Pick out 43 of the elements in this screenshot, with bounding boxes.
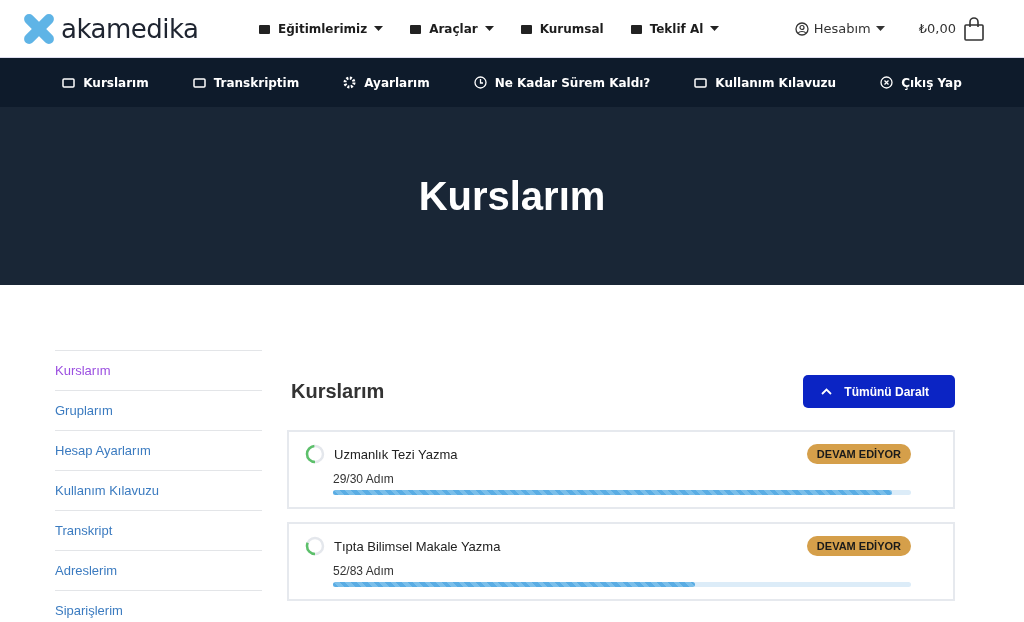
progress-ring-icon xyxy=(305,536,325,556)
cart-total: ₺0,00 xyxy=(918,21,956,36)
course-card[interactable]: Tıpta Bilimsel Makale Yazma DEVAM EDİYOR 52/83 Adım xyxy=(287,522,955,601)
sidebar-link[interactable]: Adreslerim xyxy=(55,551,262,591)
status-badge: DEVAM EDİYOR xyxy=(806,444,911,464)
caret-down-icon xyxy=(484,26,494,31)
clock-icon xyxy=(473,76,487,89)
subnav-link[interactable]: Ayarlarım xyxy=(343,75,430,90)
gear-icon xyxy=(343,76,357,89)
menu-item[interactable]: Araçlar xyxy=(409,21,494,36)
close-circle-icon xyxy=(880,76,894,89)
status-badge: DEVAM EDİYOR xyxy=(806,536,911,556)
shopping-bag-icon[interactable] xyxy=(964,16,984,41)
account-menu[interactable]: Hesabım xyxy=(794,21,885,36)
sidebar-link[interactable]: Kurslarım xyxy=(55,351,262,391)
step-count: 29/30 Adım xyxy=(333,472,395,486)
menu-item[interactable]: Eğitimlerimiz xyxy=(258,21,384,36)
subnav-link[interactable]: Çıkış Yap xyxy=(880,75,962,90)
sidebar-link[interactable]: Hesap Ayarlarım xyxy=(55,431,262,471)
course-title: Uzmanlık Tezi Yazma xyxy=(334,446,459,462)
progress-ring-icon xyxy=(305,444,325,464)
step-count: 52/83 Adım xyxy=(333,564,395,578)
course-card[interactable]: Uzmanlık Tezi Yazma DEVAM EDİYOR 29/30 Adım xyxy=(287,430,955,509)
sidebar-link[interactable]: Transkript xyxy=(55,511,262,551)
caret-down-icon xyxy=(875,26,885,31)
section-title: Kurslarım xyxy=(291,380,385,403)
subnav-link[interactable]: Ne Kadar Sürem Kaldı? xyxy=(473,75,651,90)
menu-item[interactable]: Teklif Al xyxy=(629,21,720,36)
logo-text[interactable]: akamedika xyxy=(61,13,199,44)
sidebar-link[interactable]: Kullanım Kılavuzu xyxy=(55,471,262,511)
subnav-link[interactable]: Kullanım Kılavuzu xyxy=(694,75,837,90)
collapse-all-button[interactable]: Tümünü Daralt xyxy=(803,375,955,408)
hero-title: Kurslarım xyxy=(418,173,606,219)
sidebar-link[interactable]: Gruplarım xyxy=(55,391,262,431)
menu-item[interactable]: Kurumsal xyxy=(519,21,604,36)
subnav-link[interactable]: Transkriptim xyxy=(192,75,300,90)
user-circle-icon xyxy=(794,21,809,36)
caret-down-icon xyxy=(710,26,720,31)
subnav-link[interactable]: Kurslarım xyxy=(62,75,149,90)
sidebar-link[interactable]: Siparişlerim xyxy=(55,591,262,622)
caret-down-icon xyxy=(374,26,384,31)
chevron-up-icon xyxy=(821,388,833,395)
course-title: Tıpta Bilimsel Makale Yazma xyxy=(334,538,502,554)
